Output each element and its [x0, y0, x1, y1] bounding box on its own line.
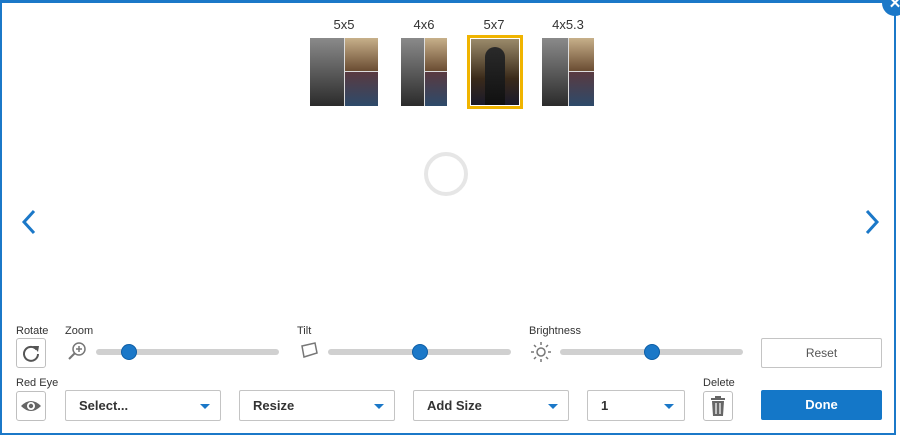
chevron-down-icon	[374, 404, 384, 409]
size-label: 5x5	[333, 17, 355, 32]
rotate-button[interactable]	[16, 338, 46, 368]
quantity-dropdown-value: 1	[601, 398, 609, 413]
size-label: 4x6	[413, 17, 435, 32]
rotate-label: Rotate	[16, 325, 49, 337]
brightness-icon	[531, 342, 551, 362]
resize-dropdown-value: Resize	[253, 398, 295, 413]
size-option-5x7[interactable]: 5x7	[469, 16, 519, 34]
zoom-slider[interactable]	[96, 344, 279, 360]
zoom-icon	[68, 342, 86, 360]
delete-button[interactable]	[703, 391, 733, 421]
next-button[interactable]	[862, 208, 882, 236]
rotate-icon	[23, 345, 39, 362]
zoom-slider-handle[interactable]	[120, 344, 137, 360]
delete-label: Delete	[703, 377, 735, 389]
thumbnail-5x5[interactable]	[310, 38, 378, 106]
trash-icon	[711, 396, 725, 416]
close-icon: ✕	[888, 0, 900, 12]
brightness-slider-handle[interactable]	[643, 344, 660, 360]
select-dropdown-value: Select...	[79, 398, 129, 413]
thumbnail-4x5.3[interactable]	[542, 38, 594, 106]
size-option-4x5.3[interactable]: 4x5.3	[542, 16, 594, 34]
reset-button[interactable]: Reset	[761, 338, 882, 368]
tilt-slider-handle[interactable]	[411, 344, 428, 360]
photo-editor-dialog	[0, 0, 896, 435]
previous-button[interactable]	[20, 208, 40, 236]
add-size-dropdown[interactable]: Add Size	[413, 390, 569, 421]
chevron-down-icon	[200, 404, 210, 409]
brightness-slider[interactable]	[560, 344, 743, 360]
size-label: 5x7	[483, 17, 505, 32]
chevron-left-icon	[21, 209, 36, 235]
chevron-down-icon	[664, 404, 674, 409]
brightness-label: Brightness	[529, 325, 581, 337]
red-eye-button[interactable]	[16, 391, 46, 421]
size-label: 4x5.3	[552, 17, 584, 32]
done-button[interactable]: Done	[761, 390, 882, 420]
zoom-label: Zoom	[65, 325, 94, 337]
size-option-4x6[interactable]: 4x6	[401, 16, 447, 34]
resize-dropdown[interactable]: Resize	[239, 390, 395, 421]
add-size-dropdown-value: Add Size	[427, 398, 482, 413]
eye-icon	[21, 401, 41, 411]
red-eye-label: Red Eye	[16, 377, 59, 389]
chevron-right-icon	[865, 209, 880, 235]
quantity-dropdown[interactable]: 1	[587, 390, 685, 421]
chevron-down-icon	[548, 404, 558, 409]
tilt-label: Tilt	[297, 325, 312, 337]
thumbnail-4x6[interactable]	[401, 38, 447, 106]
loading-spinner	[424, 152, 468, 196]
select-dropdown[interactable]: Select...	[65, 390, 221, 421]
size-option-5x5[interactable]: 5x5	[310, 16, 378, 34]
thumbnail-5x7[interactable]	[467, 35, 523, 109]
tilt-slider[interactable]	[328, 344, 511, 360]
tilt-icon	[301, 342, 318, 358]
